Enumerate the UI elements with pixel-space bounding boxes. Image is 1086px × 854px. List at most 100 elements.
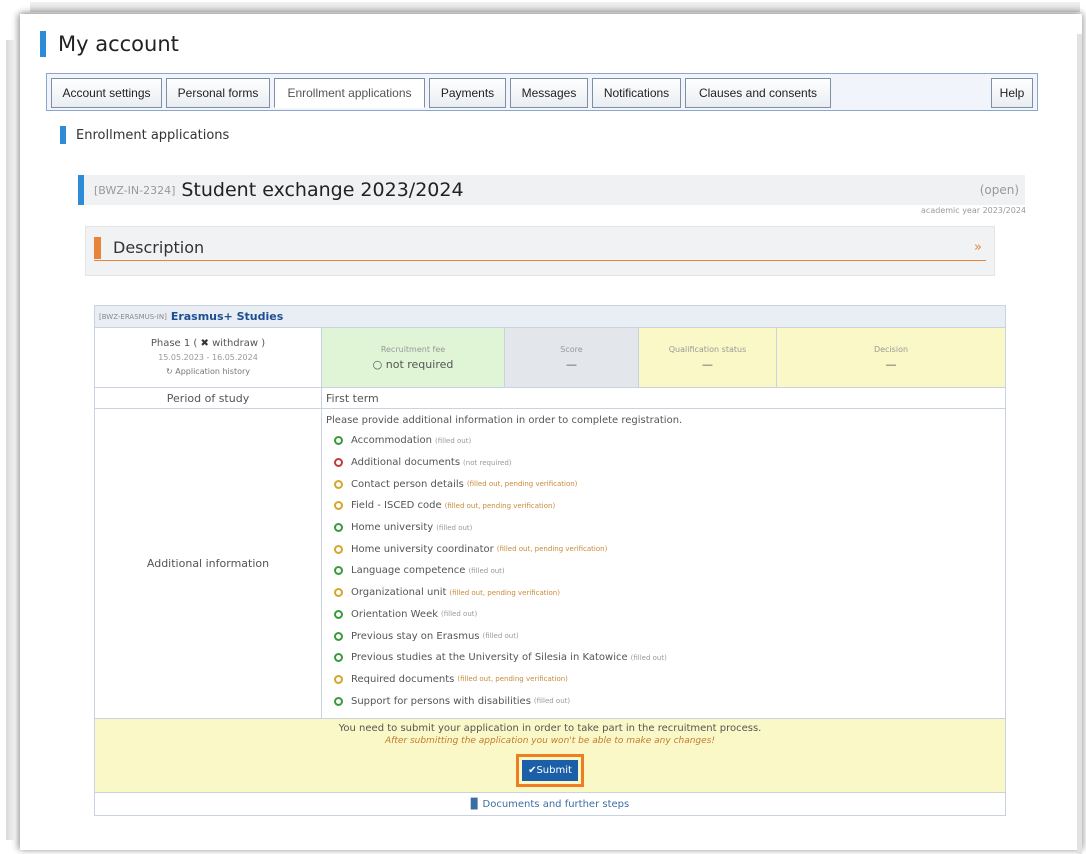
form-link[interactable]: Language competence bbox=[351, 565, 465, 576]
application-history-link[interactable]: ↻ Application history bbox=[166, 365, 250, 379]
phase-cell: Phase 1 ( ✖ withdraw ) 15.05.2023 - 16.0… bbox=[95, 328, 322, 387]
recruitment-fee-label: Recruitment fee bbox=[380, 344, 446, 354]
list-item: Previous stay on Erasmus (filled out) bbox=[334, 625, 682, 647]
score-value: — bbox=[566, 357, 577, 371]
tab-clauses-and-consents[interactable]: Clauses and consents bbox=[685, 78, 831, 108]
application-accent-bar bbox=[78, 175, 84, 205]
tab-help[interactable]: Help bbox=[991, 78, 1033, 108]
description-accent-bar bbox=[94, 236, 101, 259]
page-edge-left bbox=[6, 40, 14, 840]
form-link[interactable]: Home university coordinator bbox=[351, 544, 494, 555]
form-status: (filled out) bbox=[533, 697, 571, 706]
application-history-label: Application history bbox=[175, 366, 250, 376]
recruitment-fee-value-row: ○ not required bbox=[373, 358, 454, 371]
recruitment-fee-value: not required bbox=[385, 357, 454, 371]
section-title: Enrollment applications bbox=[60, 126, 229, 144]
list-item: Organizational unit (filled out, pending … bbox=[334, 582, 682, 604]
decision-value: — bbox=[885, 357, 897, 371]
form-status: (filled out, pending verification) bbox=[444, 501, 556, 510]
registration-name[interactable]: Erasmus+ Studies bbox=[171, 310, 283, 323]
period-label: Period of study bbox=[95, 388, 322, 408]
list-item: Accommodation (filled out) bbox=[334, 430, 682, 452]
list-item: Field - ISCED code (filled out, pending v… bbox=[334, 495, 682, 517]
section-title-text: Enrollment applications bbox=[76, 127, 230, 143]
status-circle-icon bbox=[334, 458, 343, 468]
list-item: Home university coordinator (filled out, … bbox=[334, 538, 682, 560]
form-link[interactable]: Previous studies at the University of Si… bbox=[351, 652, 628, 663]
page-title: My account bbox=[40, 30, 179, 58]
tab-messages[interactable]: Messages bbox=[510, 78, 588, 108]
form-link[interactable]: Previous stay on Erasmus bbox=[351, 631, 480, 642]
registration-code: [BWZ-ERASMUS-IN] bbox=[99, 312, 167, 321]
phase-label: Phase 1 bbox=[150, 337, 191, 349]
history-icon: ↻ bbox=[165, 366, 173, 376]
status-circle-icon bbox=[334, 696, 343, 706]
chevron-down-icon[interactable]: » bbox=[974, 240, 982, 255]
submit-button[interactable]: ✔ Submit bbox=[522, 760, 578, 781]
list-item: Required documents (filled out, pending v… bbox=[334, 669, 682, 691]
decision-box: Decision — bbox=[777, 328, 1005, 387]
status-circle-icon bbox=[334, 631, 343, 641]
score-label: Score bbox=[560, 344, 583, 354]
form-link[interactable]: Orientation Week bbox=[351, 609, 438, 620]
page-edge-right bbox=[1077, 34, 1082, 854]
form-link[interactable]: Organizational unit bbox=[351, 587, 446, 598]
form-link[interactable]: Required documents bbox=[351, 674, 454, 685]
form-link[interactable]: Additional documents bbox=[351, 457, 460, 468]
description-title: Description bbox=[113, 238, 205, 257]
submit-button-label: Submit bbox=[536, 765, 572, 776]
status-circle-icon bbox=[334, 566, 343, 576]
additional-info-label: Additional information bbox=[95, 409, 322, 718]
tab-account-settings[interactable]: Account settings bbox=[51, 78, 162, 108]
phase-row: Phase 1 ( ✖ withdraw ) 15.05.2023 - 16.0… bbox=[95, 328, 1005, 388]
form-link[interactable]: Field - ISCED code bbox=[351, 500, 442, 511]
additional-info-content: Please provide additional information in… bbox=[322, 409, 686, 718]
form-status: (not required) bbox=[463, 458, 512, 467]
application-header: [BWZ-IN-2324] Student exchange 2023/2024… bbox=[78, 175, 1025, 205]
status-circle-icon bbox=[334, 609, 343, 619]
form-link[interactable]: Contact person details bbox=[351, 479, 464, 490]
description-toggle[interactable]: Description » bbox=[94, 235, 986, 261]
form-status: (filled out) bbox=[630, 653, 667, 662]
academic-year: academic year 2023/2024 bbox=[921, 206, 1026, 215]
form-status: (filled out, pending verification) bbox=[449, 588, 560, 597]
submit-row: You need to submit your application in o… bbox=[95, 719, 1005, 793]
submit-warning: After submitting the application you won… bbox=[385, 736, 715, 746]
list-item: Contact person details (filled out, pendi… bbox=[334, 473, 682, 495]
status-circle-icon bbox=[334, 436, 343, 446]
form-status: (filled out) bbox=[468, 566, 505, 575]
form-status: (filled out, pending verification) bbox=[496, 545, 608, 554]
description-panel: Description » bbox=[85, 226, 995, 276]
additional-info-intro: Please provide additional information in… bbox=[326, 415, 683, 426]
status-circle-icon bbox=[334, 501, 343, 511]
documents-link-label: Documents and further steps bbox=[482, 798, 630, 810]
phase-dates: 15.05.2023 - 16.05.2024 bbox=[158, 352, 258, 362]
status-circle-icon bbox=[334, 653, 343, 663]
registration-table: [BWZ-ERASMUS-IN] Erasmus+ Studies Phase … bbox=[94, 305, 1006, 816]
phase-line: Phase 1 ( ✖ withdraw ) bbox=[151, 337, 265, 351]
form-link[interactable]: Home university bbox=[351, 522, 433, 533]
form-link[interactable]: Accommodation bbox=[351, 435, 432, 446]
additional-info-list: Accommodation (filled out) Additional doc… bbox=[326, 430, 682, 712]
phase-paren-close: ) bbox=[258, 337, 266, 349]
page-title-text: My account bbox=[58, 32, 179, 56]
list-item: Orientation Week (filled out) bbox=[334, 604, 682, 626]
page-edge-top bbox=[30, 2, 1080, 12]
withdraw-icon[interactable]: ✖ bbox=[201, 338, 209, 349]
tab-personal-forms[interactable]: Personal forms bbox=[166, 78, 270, 108]
application-name: Student exchange 2023/2024 bbox=[181, 179, 464, 201]
period-row: Period of study First term bbox=[95, 388, 1005, 409]
form-status: (filled out) bbox=[441, 610, 478, 619]
form-status: (filled out, pending verification) bbox=[466, 480, 578, 489]
documents-link[interactable]: ▉ Documents and further steps bbox=[95, 793, 1005, 815]
additional-info-row: Additional information Please provide ad… bbox=[95, 409, 1005, 719]
tab-enrollment-applications[interactable]: Enrollment applications bbox=[274, 78, 425, 108]
form-link[interactable]: Support for persons with disabilities bbox=[351, 696, 531, 707]
form-status: (filled out) bbox=[436, 523, 473, 532]
list-item: Support for persons with disabilities (fi… bbox=[334, 690, 682, 712]
withdraw-link[interactable]: withdraw bbox=[212, 338, 258, 349]
tab-notifications[interactable]: Notifications bbox=[592, 78, 681, 108]
tab-payments[interactable]: Payments bbox=[429, 78, 506, 108]
phase-paren-open: ( bbox=[193, 337, 201, 349]
check-icon: ✔ bbox=[528, 765, 537, 776]
